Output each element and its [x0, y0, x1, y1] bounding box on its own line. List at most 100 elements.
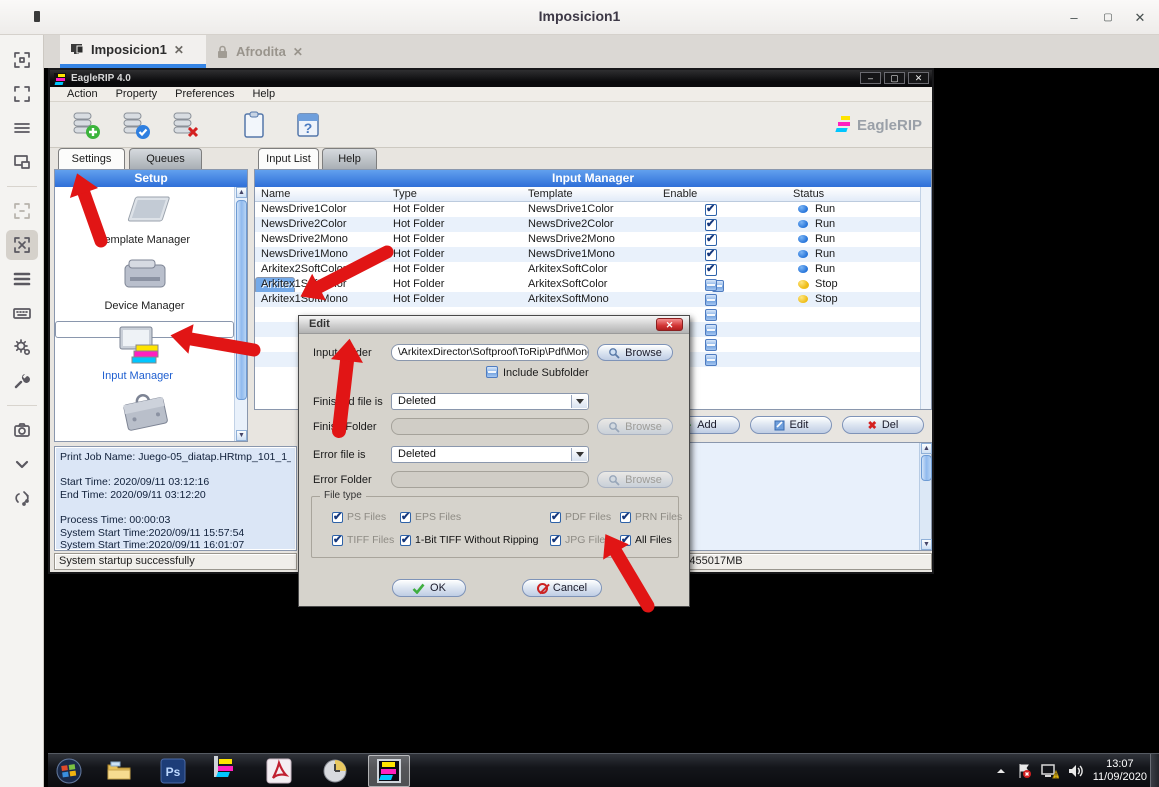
- fit-window-icon[interactable]: [6, 113, 38, 143]
- dropdown-arrow-icon[interactable]: [571, 448, 587, 461]
- eaglerip-active-task[interactable]: [368, 755, 410, 787]
- screenshot-camera-icon[interactable]: [6, 415, 38, 445]
- disconnect-icon[interactable]: [6, 483, 38, 513]
- message-scrollbar[interactable]: ▲ ▼: [919, 443, 931, 550]
- enable-checkbox[interactable]: [705, 294, 717, 306]
- chevron-down-icon[interactable]: [6, 449, 38, 479]
- scroll-down-icon[interactable]: ▼: [236, 430, 247, 441]
- tab-help[interactable]: Help: [322, 148, 377, 169]
- scroll-up-icon[interactable]: ▲: [236, 187, 247, 198]
- include-subfolder-checkbox[interactable]: [486, 366, 498, 378]
- enable-checkbox[interactable]: [705, 264, 717, 276]
- enable-checkbox[interactable]: [705, 324, 717, 336]
- eaglerip-maximize-button[interactable]: ▢: [884, 72, 905, 84]
- table-row-Arkitex1SoftMono[interactable]: Arkitex1SoftMonoHot FolderArkitexSoftMon…: [255, 292, 920, 307]
- network-warning-icon[interactable]: !: [1041, 763, 1059, 779]
- preferences-gears-icon[interactable]: [6, 332, 38, 362]
- grab-keyboard-icon[interactable]: [6, 264, 38, 294]
- action-center-flag-icon[interactable]: [1016, 763, 1032, 779]
- keyboard-icon[interactable]: [6, 298, 38, 328]
- speaker-icon[interactable]: [1068, 764, 1084, 778]
- scroll-down-icon[interactable]: ▼: [921, 539, 932, 550]
- menu-help[interactable]: Help: [243, 87, 284, 101]
- enable-checkbox[interactable]: [705, 219, 717, 231]
- dialog-close-button[interactable]: ✕: [656, 318, 683, 331]
- enable-checkbox[interactable]: [705, 279, 717, 291]
- setup-item-device-manager[interactable]: Device Manager: [55, 255, 234, 312]
- help-icon[interactable]: ?: [292, 109, 324, 141]
- column-enable[interactable]: Enable: [663, 188, 697, 200]
- taskbar-clock[interactable]: 13:07 11/09/2020: [1093, 758, 1147, 784]
- minimize-button[interactable]: –: [1063, 9, 1085, 27]
- dropdown-arrow-icon[interactable]: [571, 395, 587, 408]
- column-status[interactable]: Status: [793, 188, 824, 200]
- tab-close-icon[interactable]: ✕: [293, 45, 303, 59]
- scroll-thumb[interactable]: [921, 455, 932, 481]
- tab-close-icon[interactable]: ✕: [174, 43, 184, 57]
- scaled-mode-icon[interactable]: [6, 230, 38, 260]
- capture-region-icon[interactable]: [6, 45, 38, 75]
- photoshop-icon[interactable]: Ps: [160, 758, 186, 784]
- tab-input-list[interactable]: Input List: [258, 148, 319, 169]
- tab-afrodita[interactable]: Afrodita ✕: [206, 35, 346, 68]
- setup-item-template-manager[interactable]: Template Manager: [55, 193, 234, 246]
- tray-expand-icon[interactable]: [995, 767, 1007, 775]
- add-input-icon[interactable]: [70, 109, 102, 141]
- eaglerip-titlebar[interactable]: EagleRIP 4.0 – ▢ ✕: [50, 70, 932, 87]
- enable-checkbox[interactable]: [705, 309, 717, 321]
- input-folder-field[interactable]: \ArkitexDirector\Softproof\ToRip\Pdf\Mon…: [391, 344, 589, 361]
- delete-button[interactable]: ✖Del: [842, 416, 924, 434]
- report-icon[interactable]: [238, 109, 270, 141]
- enable-checkbox[interactable]: [705, 204, 717, 216]
- tools-wrench-icon[interactable]: [6, 366, 38, 396]
- table-row-NewsDrive1Mono[interactable]: NewsDrive1MonoHot FolderNewsDrive1MonoRu…: [255, 247, 920, 262]
- tab-imposicion1[interactable]: Imposicion1 ✕: [60, 35, 206, 68]
- scroll-up-icon[interactable]: ▲: [921, 443, 932, 454]
- table-row-Arkitex1SoftColor[interactable]: Arkitex1SoftColorHot FolderArkitexSoftCo…: [255, 277, 920, 292]
- dialog-titlebar[interactable]: Edit: [299, 316, 689, 334]
- column-template[interactable]: Template: [528, 188, 573, 200]
- table-row-NewsDrive1Color[interactable]: NewsDrive1ColorHot FolderNewsDrive1Color…: [255, 202, 920, 217]
- column-name[interactable]: Name: [261, 188, 290, 200]
- close-button[interactable]: ✕: [1129, 9, 1151, 27]
- table-row-NewsDrive2Mono[interactable]: NewsDrive2MonoHot FolderNewsDrive2MonoRu…: [255, 232, 920, 247]
- cancel-button[interactable]: Cancel: [522, 579, 602, 597]
- start-input-icon[interactable]: [120, 109, 152, 141]
- enable-checkbox[interactable]: [705, 249, 717, 261]
- enable-checkbox[interactable]: [705, 234, 717, 246]
- ok-button[interactable]: OK: [392, 579, 466, 597]
- multi-monitor-icon[interactable]: [6, 147, 38, 177]
- edit-button[interactable]: Edit: [750, 416, 832, 434]
- clock-app-icon[interactable]: [322, 758, 348, 784]
- dynamic-resolution-icon[interactable]: [6, 196, 38, 226]
- start-button[interactable]: [56, 758, 82, 784]
- maximize-button[interactable]: ▢: [1097, 9, 1119, 27]
- setup-scrollbar[interactable]: ▲ ▼: [234, 187, 247, 441]
- enable-checkbox[interactable]: [705, 339, 717, 351]
- checkbox[interactable]: [400, 535, 411, 546]
- table-row-NewsDrive2Color[interactable]: NewsDrive2ColorHot FolderNewsDrive2Color…: [255, 217, 920, 232]
- fullscreen-icon[interactable]: [6, 79, 38, 109]
- checkbox[interactable]: [620, 535, 631, 546]
- menu-property[interactable]: Property: [107, 87, 167, 101]
- file-type-1-bit-tiff-without-ripping[interactable]: 1-Bit TIFF Without Ripping: [400, 534, 539, 546]
- explorer-folder-icon[interactable]: [106, 758, 132, 784]
- enable-checkbox[interactable]: [705, 354, 717, 366]
- file-type-all-files[interactable]: All Files: [620, 534, 672, 546]
- menu-action[interactable]: Action: [58, 87, 107, 101]
- table-row-Arkitex2SoftColor[interactable]: Arkitex2SoftColorHot FolderArkitexSoftCo…: [255, 262, 920, 277]
- table-scrollbar[interactable]: [920, 187, 931, 409]
- browse-input-button[interactable]: Browse: [597, 344, 673, 361]
- error-file-select[interactable]: Deleted: [391, 446, 589, 463]
- eaglerip-minimize-button[interactable]: –: [860, 72, 881, 84]
- stop-input-icon[interactable]: [170, 109, 202, 141]
- eaglerip-close-button[interactable]: ✕: [908, 72, 929, 84]
- tab-settings[interactable]: Settings: [58, 148, 125, 169]
- menu-preferences[interactable]: Preferences: [166, 87, 243, 101]
- setup-item-input-manager[interactable]: Input Manager: [55, 321, 234, 338]
- tab-queues[interactable]: Queues: [129, 148, 202, 169]
- show-desktop-button[interactable]: [1150, 754, 1159, 787]
- setup-item-tool-box[interactable]: Tool Box: [55, 387, 234, 441]
- acrobat-icon[interactable]: [266, 758, 292, 784]
- column-type[interactable]: Type: [393, 188, 417, 200]
